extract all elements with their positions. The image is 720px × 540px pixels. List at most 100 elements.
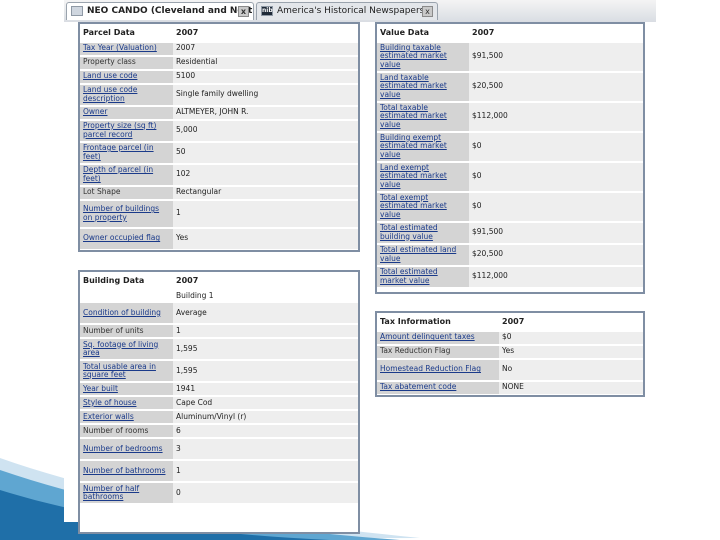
field-label-link[interactable]: Total exempt estimated market value — [377, 192, 469, 221]
field-label: Tax Reduction Flag — [377, 345, 499, 358]
field-label-link[interactable]: Number of half bathrooms — [80, 483, 173, 503]
field-value: No — [499, 359, 643, 380]
field-label-link[interactable]: Total usable area in square feet — [80, 361, 173, 381]
table-row: Number of buildings on property 1 — [80, 200, 358, 227]
table-header-row: Value Data 2007 — [377, 26, 643, 41]
table-row: Number of rooms 6 — [80, 425, 358, 437]
field-label-link[interactable]: Number of bedrooms — [80, 439, 173, 459]
table-row: Land use code 5100 — [80, 70, 358, 83]
field-value: NONE — [499, 381, 643, 394]
value-data-title: Value Data — [377, 26, 469, 41]
field-label-link[interactable]: Land use code — [80, 70, 173, 83]
page-content: Parcel Data 2007 Tax Year (Valuation) 200… — [64, 22, 656, 534]
field-value: 50 — [173, 142, 358, 163]
building-data-table: Building Data 2007 Building 1 Condition … — [80, 272, 358, 505]
document-icon — [71, 6, 83, 16]
field-label-link[interactable]: Tax abatement code — [377, 381, 499, 394]
field-value: Single family dwelling — [173, 84, 358, 105]
table-row: Tax Year (Valuation) 2007 — [80, 42, 358, 55]
field-value: $0 — [469, 162, 643, 191]
tab-neo-cando[interactable]: NEO CANDO (Cleveland and Northe... x — [66, 2, 254, 20]
table-row: Frontage parcel (in feet) 50 — [80, 142, 358, 163]
table-row: Total estimated market value $112,000 — [377, 266, 643, 287]
field-label-link[interactable]: Property size (sq ft) parcel record — [80, 120, 173, 141]
field-label-link[interactable]: Building exempt estimated market value — [377, 132, 469, 161]
field-value: 2007 — [173, 42, 358, 55]
field-value: Aluminum/Vinyl (r) — [173, 411, 358, 423]
field-value: 1 — [173, 461, 358, 481]
field-value: Residential — [173, 56, 358, 69]
field-value: $20,500 — [469, 244, 643, 265]
table-header-row: Building Data 2007 — [80, 274, 358, 289]
table-row: Total taxable estimated market value $112… — [377, 102, 643, 131]
field-label-link[interactable]: Total estimated land value — [377, 244, 469, 265]
table-row: Land taxable estimated market value $20,5… — [377, 72, 643, 101]
field-value: 0 — [173, 483, 358, 503]
close-icon[interactable]: x — [422, 6, 433, 17]
field-label-link[interactable]: Land taxable estimated market value — [377, 72, 469, 101]
field-label-link[interactable]: Number of buildings on property — [80, 200, 173, 227]
table-row: Building exempt estimated market value $0 — [377, 132, 643, 161]
table-row: Tax Reduction Flag Yes — [377, 345, 643, 358]
building-data-title: Building Data — [80, 274, 173, 289]
field-value: 5,000 — [173, 120, 358, 141]
field-value: 5100 — [173, 70, 358, 83]
field-label-link[interactable]: Homestead Reduction Flag — [377, 359, 499, 380]
table-row: Total exempt estimated market value $0 — [377, 192, 643, 221]
field-value: 1,595 — [173, 361, 358, 381]
close-icon[interactable]: x — [238, 6, 249, 17]
field-label-link[interactable]: Sq. footage of living area — [80, 339, 173, 359]
table-row: Depth of parcel (in feet) 102 — [80, 164, 358, 185]
field-value: Rectangular — [173, 186, 358, 199]
field-label-link[interactable]: Condition of building — [80, 303, 173, 323]
field-label-link[interactable]: Depth of parcel (in feet) — [80, 164, 173, 185]
building-data-panel: Building Data 2007 Building 1 Condition … — [78, 270, 360, 534]
field-label-link[interactable]: Owner — [80, 106, 173, 119]
table-row: Property size (sq ft) parcel record 5,000 — [80, 120, 358, 141]
field-label-link[interactable]: Amount delinquent taxes — [377, 331, 499, 344]
field-label-link[interactable]: Year built — [80, 383, 173, 395]
field-label-link[interactable]: Land exempt estimated market value — [377, 162, 469, 191]
field-value: Average — [173, 303, 358, 323]
table-row: Number of bedrooms 3 — [80, 439, 358, 459]
table-row: Land exempt estimated market value $0 — [377, 162, 643, 191]
nib-logo-icon: nib — [261, 6, 273, 16]
field-value: $0 — [469, 132, 643, 161]
field-label-link[interactable]: Tax Year (Valuation) — [80, 42, 173, 55]
tab-americas-historical-newspapers[interactable]: nib America's Historical Newspapers x — [256, 2, 438, 20]
table-row: Tax abatement code NONE — [377, 381, 643, 394]
field-value: 3 — [173, 439, 358, 459]
field-label-link[interactable]: Total taxable estimated market value — [377, 102, 469, 131]
field-label-link[interactable]: Land use code description — [80, 84, 173, 105]
field-label: Number of rooms — [80, 425, 173, 437]
parcel-data-table: Parcel Data 2007 Tax Year (Valuation) 200… — [80, 24, 358, 251]
field-label-link[interactable]: Number of bathrooms — [80, 461, 173, 481]
field-label: Lot Shape — [80, 186, 173, 199]
field-value: $0 — [499, 331, 643, 344]
field-label-link[interactable]: Exterior walls — [80, 411, 173, 423]
table-row: Condition of building Average — [80, 303, 358, 323]
tax-information-year: 2007 — [499, 315, 643, 330]
field-value: $20,500 — [469, 72, 643, 101]
field-label: Number of units — [80, 325, 173, 337]
table-row: Owner ALTMEYER, JOHN R. — [80, 106, 358, 119]
table-row: Number of half bathrooms 0 — [80, 483, 358, 503]
table-row: Amount delinquent taxes $0 — [377, 331, 643, 344]
field-label-link[interactable]: Style of house — [80, 397, 173, 409]
value-data-year: 2007 — [469, 26, 643, 41]
field-label-link[interactable]: Frontage parcel (in feet) — [80, 142, 173, 163]
field-label-link[interactable]: Total estimated building value — [377, 222, 469, 243]
field-label-link[interactable]: Owner occupied flag — [80, 228, 173, 249]
field-value: Yes — [173, 228, 358, 249]
parcel-data-year: 2007 — [173, 26, 358, 41]
field-value: 102 — [173, 164, 358, 185]
field-value: 1941 — [173, 383, 358, 395]
field-label-link[interactable]: Building taxable estimated market value — [377, 42, 469, 71]
table-row: Sq. footage of living area 1,595 — [80, 339, 358, 359]
table-row: Property class Residential — [80, 56, 358, 69]
field-label: Property class — [80, 56, 173, 69]
table-row: Total estimated building value $91,500 — [377, 222, 643, 243]
field-value: 1,595 — [173, 339, 358, 359]
field-label-link[interactable]: Total estimated market value — [377, 266, 469, 287]
table-row: Style of house Cape Cod — [80, 397, 358, 409]
